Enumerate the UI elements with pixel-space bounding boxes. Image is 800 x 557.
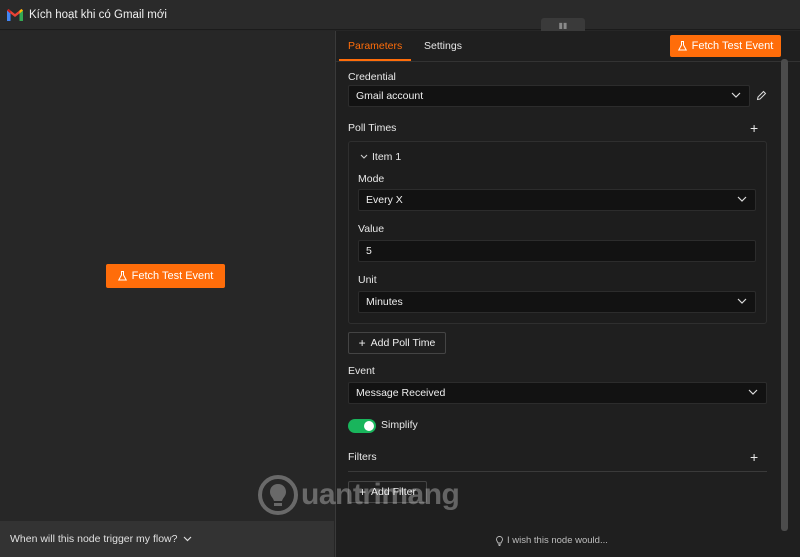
fetch-test-event-label: Fetch Test Event [691,40,774,52]
vertical-scrollbar[interactable] [781,59,788,531]
lightbulb-icon [496,535,503,546]
filters-divider [348,471,767,472]
window-title: Kích hoạt khi có Gmail mới [29,8,167,21]
tab-settings[interactable]: Settings [424,40,462,52]
feedback-text: I wish this node would... [507,535,608,546]
poll-time-item: Item 1 Mode Every X Value 5 Unit Minutes [348,141,767,324]
add-poll-time-label: Add Poll Time [370,337,436,349]
value-input-text: 5 [366,245,372,257]
item-label: Item 1 [372,151,402,163]
chevron-down-icon [737,298,747,304]
tab-parameters[interactable]: Parameters [348,40,402,52]
unit-label: Unit [358,274,377,286]
credential-value: Gmail account [356,90,424,102]
tab-divider [336,61,800,62]
watermark-logo-icon [258,475,298,515]
collapse-chevron-icon[interactable] [360,154,368,159]
fetch-test-event-label: Fetch Test Event [131,270,214,282]
watermark-text: uantrimang [301,478,460,511]
chevron-down-icon [737,196,747,202]
panel-drag-handle[interactable]: ▮▮ [541,18,585,32]
credential-label: Credential [348,71,396,83]
value-input[interactable]: 5 [358,240,756,262]
gmail-icon [7,8,23,21]
tab-bar: Parameters Settings Fetch Test Event [336,31,800,61]
fetch-test-event-button[interactable]: Fetch Test Event [670,35,781,57]
chevron-down-icon [748,389,758,395]
add-poll-time-button[interactable]: + Add Poll Time [348,332,446,354]
trigger-help-text: When will this node trigger my flow? [10,533,178,545]
chevron-down-icon [731,92,741,98]
filters-label: Filters [348,451,377,463]
event-label: Event [348,365,375,377]
mode-select[interactable]: Every X [358,189,756,211]
fetch-test-event-button-left[interactable]: Fetch Test Event [106,264,225,288]
trigger-help-footer[interactable]: When will this node trigger my flow? [0,521,334,557]
mode-label: Mode [358,173,385,185]
unit-value: Minutes [366,296,403,308]
feedback-link[interactable]: I wish this node would... [496,535,608,546]
value-label: Value [358,223,385,235]
event-value: Message Received [356,387,446,399]
edit-pencil-icon[interactable] [756,90,767,101]
poll-times-label: Poll Times [348,122,397,134]
unit-select[interactable]: Minutes [358,291,756,313]
flask-icon [677,41,687,51]
simplify-label: Simplify [381,419,418,431]
top-bar: Kích hoạt khi có Gmail mới [0,0,800,30]
chevron-down-icon [184,536,192,542]
credential-select[interactable]: Gmail account [348,85,750,107]
add-filter-plus-icon[interactable]: + [750,450,758,464]
mode-value: Every X [366,194,403,206]
flask-icon [117,271,127,281]
add-poll-time-plus-icon[interactable]: + [750,121,758,135]
plus-icon: + [358,336,366,350]
event-select[interactable]: Message Received [348,382,767,404]
watermark: uantrimang [257,474,460,516]
drag-grip-icon: ▮▮ [558,20,568,30]
simplify-toggle[interactable] [348,419,376,433]
